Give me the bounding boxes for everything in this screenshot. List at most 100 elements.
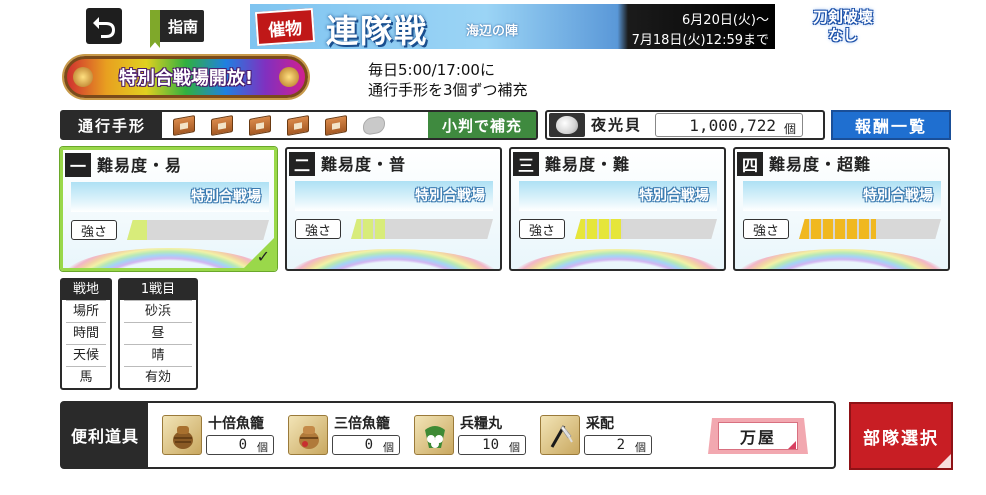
difficulty-card-header: 三難易度・難 bbox=[511, 149, 630, 177]
difficulty-banner-text: 特別合戦場 bbox=[863, 188, 933, 204]
difficulty-card[interactable]: 一難易度・易 特別合戦場強さ ✓ bbox=[60, 147, 277, 271]
strength-meter bbox=[351, 219, 493, 239]
refill-with-koban-button[interactable]: 小判で補充 bbox=[428, 112, 536, 138]
items-label: 便利道具 bbox=[62, 403, 148, 467]
selected-check-icon: ✓ bbox=[244, 238, 274, 268]
currency-label: 夜光貝 bbox=[591, 116, 643, 134]
difficulty-label: 難易度・難 bbox=[545, 155, 631, 174]
difficulty-banner: 特別合戦場 bbox=[519, 181, 717, 211]
pass-token-empty-icon bbox=[360, 114, 390, 136]
strength-meter bbox=[575, 219, 717, 239]
notice-line2: 通行手形を3個ずつ補充 bbox=[368, 81, 528, 99]
strength-meter bbox=[799, 219, 941, 239]
item-unit: 個 bbox=[257, 441, 268, 454]
event-date-start: 6月20日(火)～ bbox=[682, 13, 769, 28]
pass-label: 通行手形 bbox=[62, 112, 162, 138]
strength-label: 強さ bbox=[743, 219, 789, 239]
select-unit-button[interactable]: 部隊選択 bbox=[849, 402, 953, 470]
reward-list-button[interactable]: 報酬一覧 bbox=[831, 110, 951, 140]
difficulty-banner: 特別合戦場 bbox=[71, 182, 269, 212]
seashell-icon bbox=[549, 113, 585, 137]
bookmark-ribbon-icon bbox=[150, 10, 160, 48]
difficulty-label: 難易度・普 bbox=[321, 155, 407, 174]
rainbow-decoration bbox=[287, 249, 500, 269]
event-tag: 催物 bbox=[254, 8, 316, 46]
difficulty-banner-text: 特別合戦場 bbox=[191, 189, 261, 205]
refill-notice: 毎日5:00/17:00に 通行手形を3個ずつ補充 bbox=[368, 60, 528, 100]
event-banner[interactable]: 催物 連隊戦 海辺の陣 6月20日(火)～ 7月18日(火)12:59まで bbox=[250, 4, 775, 49]
strength-fill bbox=[799, 219, 876, 239]
event-title: 連隊戦 bbox=[326, 12, 429, 49]
strength-fill bbox=[127, 220, 147, 240]
currency-value: 1,000,722 個 bbox=[655, 113, 803, 137]
pass-token-icon bbox=[284, 114, 314, 136]
command-baton-icon bbox=[540, 415, 580, 455]
difficulty-card[interactable]: 四難易度・超難特別合戦場強さ bbox=[733, 147, 950, 271]
field-info-label: 場所 bbox=[66, 300, 106, 322]
item-count-box: 0 個 bbox=[206, 435, 274, 455]
guide-label: 指南 bbox=[167, 17, 198, 36]
notice-line1: 毎日5:00/17:00に bbox=[368, 61, 495, 79]
item-unit: 個 bbox=[635, 441, 646, 454]
field-info-value: 砂浜 bbox=[124, 300, 192, 322]
pass-token-icon bbox=[170, 114, 200, 136]
corner-fold-icon bbox=[937, 454, 951, 468]
no-sword-break-badge: 刀剣破壊 なし bbox=[806, 8, 880, 44]
currency-amount: 1,000,722 bbox=[689, 115, 776, 135]
field-info-values: 1戦目 砂浜 昼 晴 有効 bbox=[118, 278, 198, 390]
item-count: 2 bbox=[616, 437, 625, 453]
event-date-end: 7月18日(火)12:59まで bbox=[631, 33, 769, 48]
difficulty-card[interactable]: 二難易度・普特別合戦場強さ bbox=[285, 147, 502, 271]
strength-label: 強さ bbox=[295, 219, 341, 239]
difficulty-number: 三 bbox=[513, 152, 539, 176]
difficulty-card[interactable]: 三難易度・難 特別合戦場強さ bbox=[509, 147, 726, 271]
strength-label: 強さ bbox=[519, 219, 565, 239]
item-unit: 個 bbox=[509, 441, 520, 454]
item-count-box: 0 個 bbox=[332, 435, 400, 455]
difficulty-card-header: 四難易度・超難 bbox=[735, 149, 871, 177]
selected-check-mark: ✓ bbox=[256, 247, 270, 266]
difficulty-banner-text: 特別合戦場 bbox=[639, 188, 709, 204]
event-subtitle: 海辺の陣 bbox=[466, 24, 519, 39]
ration-pill-icon bbox=[414, 415, 454, 455]
strength-label: 強さ bbox=[71, 220, 117, 240]
field-info-label: 時間 bbox=[66, 322, 106, 344]
difficulty-label: 難易度・易 bbox=[97, 156, 183, 175]
field-info-header-right: 1戦目 bbox=[120, 280, 196, 300]
field-info-labels: 戦地 場所 時間 天候 馬 bbox=[60, 278, 112, 390]
badge-ornament-icon bbox=[73, 67, 93, 87]
back-button[interactable] bbox=[86, 8, 122, 44]
item-name: 采配 bbox=[586, 416, 614, 432]
item-name: 兵糧丸 bbox=[460, 416, 502, 432]
difficulty-card-header: 二難易度・普 bbox=[287, 149, 406, 177]
special-badge-text: 特別合戦場開放! bbox=[118, 68, 254, 89]
difficulty-number: 一 bbox=[65, 153, 91, 177]
rainbow-decoration bbox=[511, 249, 724, 269]
fish-basket-icon bbox=[162, 415, 202, 455]
special-battlefield-badge: 特別合戦場開放! bbox=[64, 56, 308, 98]
item-count: 0 bbox=[364, 437, 373, 453]
shop-button[interactable]: 万屋 bbox=[708, 418, 808, 454]
difficulty-banner: 特別合戦場 bbox=[743, 181, 941, 211]
item-unit: 個 bbox=[383, 441, 394, 454]
difficulty-banner: 特別合戦場 bbox=[295, 181, 493, 211]
strength-fill bbox=[575, 219, 624, 239]
no-break-line2: なし bbox=[827, 26, 858, 44]
pass-bar: 通行手形 小判で補充 bbox=[60, 110, 538, 140]
undo-arrow-icon bbox=[93, 17, 115, 38]
item-count: 0 bbox=[238, 437, 247, 453]
currency-unit: 個 bbox=[783, 122, 796, 136]
fish-basket-icon bbox=[288, 415, 328, 455]
field-info-label: 天候 bbox=[66, 344, 106, 366]
rainbow-decoration bbox=[735, 249, 948, 269]
difficulty-card-header: 一難易度・易 bbox=[63, 150, 182, 178]
difficulty-label: 難易度・超難 bbox=[769, 155, 872, 174]
pass-token-icon bbox=[322, 114, 352, 136]
strength-meter bbox=[127, 220, 269, 240]
no-break-line1: 刀剣破壊 bbox=[812, 8, 873, 26]
badge-ornament-icon bbox=[279, 67, 299, 87]
guide-button[interactable]: 指南 bbox=[150, 10, 204, 48]
rainbow-decoration bbox=[63, 248, 274, 268]
field-info-label: 馬 bbox=[66, 366, 106, 388]
field-info-value: 昼 bbox=[124, 322, 192, 344]
